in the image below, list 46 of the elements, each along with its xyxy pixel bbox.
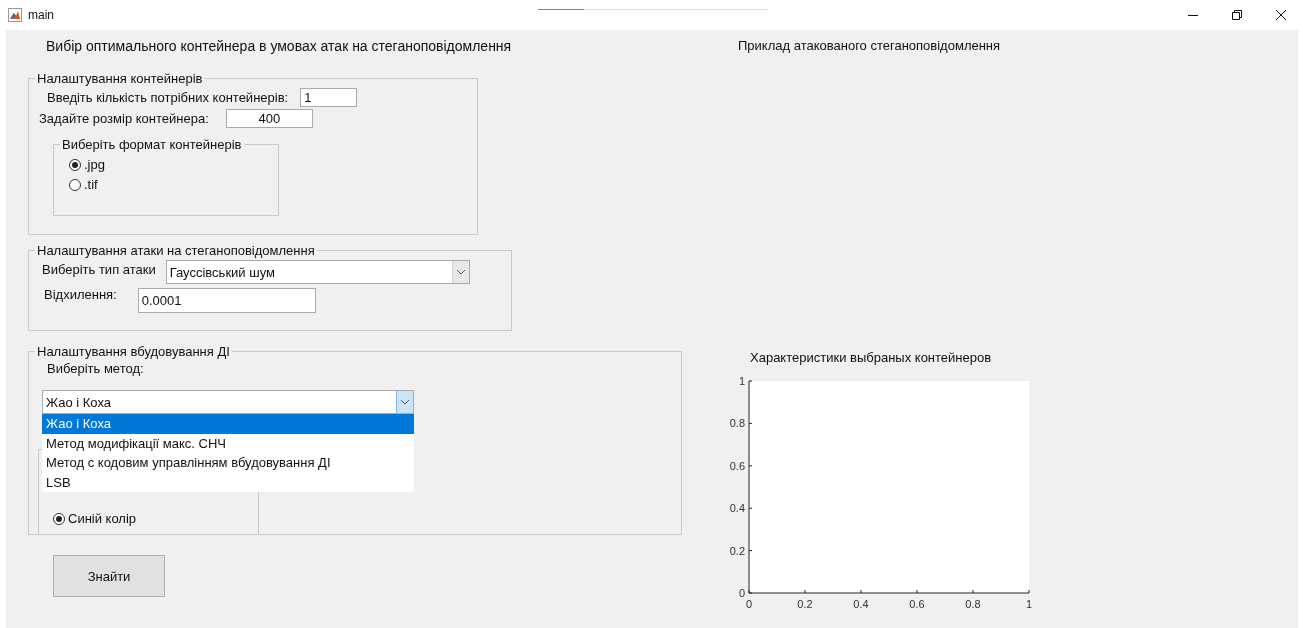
panel-title: Налаштування вбудовування ДІ [36, 344, 231, 359]
caret-icon [451, 261, 469, 283]
main-title: Вибір оптимального контейнера в умовах атак на стеганоповідомлення [46, 38, 513, 54]
tick-label: 0.8 [965, 598, 981, 610]
method-dropdown[interactable]: Жао і Коха [42, 390, 414, 414]
tick-label: 0.6 [909, 598, 925, 610]
dropdown-option[interactable]: Метод с кодовим управлінням вбудовування ДІ [42, 453, 414, 473]
deviation-field[interactable]: 0.0001 [137, 288, 316, 313]
radio-label: .jpg [84, 157, 105, 172]
tick-label: 0.4 [853, 598, 869, 610]
dropdown-option[interactable]: LSB [42, 472, 414, 492]
size-field[interactable]: 400 [225, 109, 313, 128]
group-title: Виберіть формат контейнерів [61, 137, 243, 152]
attack-type-dropdown[interactable]: Гауссівський шум [165, 260, 470, 284]
tick-label: 1 [738, 375, 745, 387]
panel-title: Налаштування контейнерів [36, 71, 204, 86]
tick-label: 0.2 [729, 544, 745, 557]
radio-label: Синій колір [68, 511, 137, 526]
tick-label: 0 [738, 587, 745, 599]
caret-icon [396, 391, 413, 413]
field-label: Введіть кількість потрібних контейнерів: [47, 90, 289, 105]
find-button[interactable]: Знайти [53, 555, 165, 597]
radio-button[interactable] [53, 512, 65, 525]
radio-button[interactable] [69, 178, 81, 191]
count-field[interactable]: 1 [300, 88, 358, 107]
dropdown-option[interactable]: Жао і Коха [42, 414, 414, 434]
window-title: main [28, 8, 54, 22]
tick-label: 0.8 [729, 417, 745, 430]
close-icon [1276, 10, 1286, 20]
radio-button[interactable] [69, 158, 81, 171]
tick-label: 0.6 [729, 459, 745, 472]
app-icon [8, 8, 22, 22]
tick-label: 0.2 [797, 598, 813, 610]
radio-label: .tif [84, 177, 98, 192]
chart-title: Характеристики выбраных контейнеров [750, 350, 993, 365]
field-label: Виберіть метод: [47, 361, 145, 376]
tick-label: 0.4 [729, 502, 745, 515]
panel-title: Налаштування атаки на стеганоповідомлення [36, 243, 316, 258]
tick-label: 0 [745, 598, 753, 610]
tick-label: 1 [1025, 598, 1032, 610]
field-label: Виберіть тип атаки [42, 262, 156, 277]
field-label: Відхилення: [44, 287, 117, 302]
field-label: Задайте розмір контейнера: [39, 111, 209, 126]
preview-title: Приклад атакованого стеганоповідомлення [738, 38, 1002, 53]
dropdown-option[interactable]: Метод модифікації макс. СНЧ [42, 433, 414, 453]
restore-icon [1232, 10, 1242, 20]
